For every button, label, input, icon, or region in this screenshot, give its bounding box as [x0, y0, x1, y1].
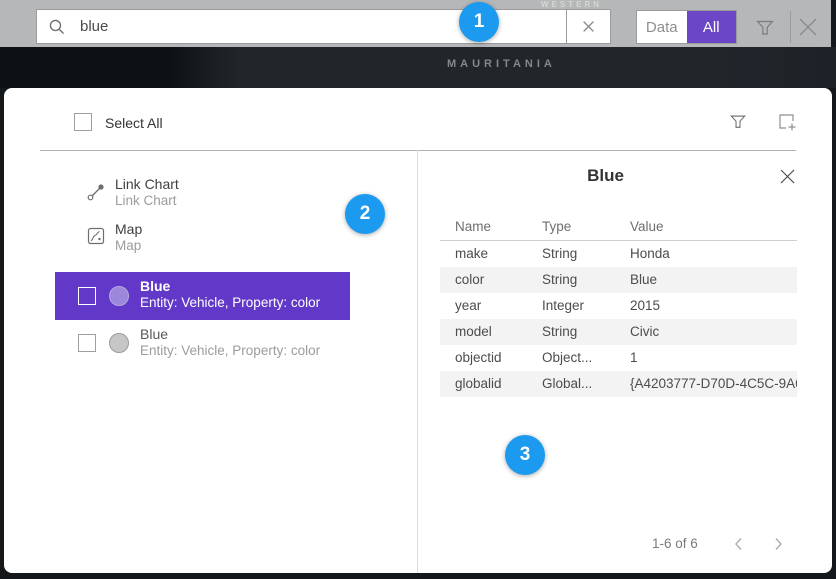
- cell-value: Blue: [630, 267, 657, 293]
- chevron-right-icon: [774, 537, 783, 551]
- link-chart-icon: [87, 183, 105, 201]
- table-header: Name Type Value: [440, 219, 797, 240]
- scope-option-all[interactable]: All: [687, 11, 737, 43]
- item-checkbox[interactable]: [78, 287, 96, 305]
- item-title: Blue: [140, 278, 170, 294]
- cell-value: Civic: [630, 319, 659, 345]
- cell-name: objectid: [455, 345, 502, 371]
- cell-name: globalid: [455, 371, 502, 397]
- detail-title: Blue: [417, 166, 794, 186]
- list-item-link-chart[interactable]: Link Chart Link Chart: [55, 172, 350, 216]
- column-divider: [417, 150, 418, 573]
- close-search-icon[interactable]: [796, 15, 820, 39]
- pagination-next-button[interactable]: [766, 532, 790, 556]
- list-item-blue-selected[interactable]: Blue Entity: Vehicle, Property: color: [55, 272, 350, 320]
- search-toolbar: WESTERN Data All: [0, 0, 831, 47]
- map-background: MAURITANIA: [0, 47, 836, 88]
- cell-value: Honda: [630, 241, 670, 267]
- clear-search-button[interactable]: [566, 9, 611, 44]
- panel-filter-icon[interactable]: [729, 112, 747, 130]
- cell-value: 1: [630, 345, 638, 371]
- select-all-label: Select All: [105, 115, 163, 131]
- item-title: Link Chart: [115, 176, 179, 192]
- column-value: Value: [630, 219, 664, 234]
- cell-type: String: [542, 319, 577, 345]
- scope-toggle: Data All: [636, 10, 737, 44]
- entity-dot-icon: [109, 286, 129, 306]
- item-checkbox[interactable]: [78, 334, 96, 352]
- item-subtitle: Entity: Vehicle, Property: color: [140, 295, 320, 310]
- table-row: objectid Object... 1: [440, 345, 797, 371]
- table-row: make String Honda: [440, 241, 797, 267]
- table-row: model String Civic: [440, 319, 797, 345]
- detail-close-icon[interactable]: [779, 168, 796, 185]
- header-divider: [40, 150, 796, 151]
- cell-type: String: [542, 267, 577, 293]
- column-name: Name: [455, 219, 491, 234]
- callout-badge-1: 1: [459, 2, 499, 42]
- item-title: Map: [115, 221, 142, 237]
- map-label-western: WESTERN: [541, 0, 602, 9]
- cell-name: model: [455, 319, 492, 345]
- table-row: color String Blue: [440, 267, 797, 293]
- cell-value: 2015: [630, 293, 660, 319]
- table-row: year Integer 2015: [440, 293, 797, 319]
- scope-option-data[interactable]: Data: [637, 11, 687, 43]
- item-subtitle: Link Chart: [115, 193, 177, 208]
- cell-type: Object...: [542, 345, 592, 371]
- column-type: Type: [542, 219, 571, 234]
- list-item-map[interactable]: Map Map: [55, 217, 350, 261]
- cell-type: Integer: [542, 293, 584, 319]
- item-subtitle: Entity: Vehicle, Property: color: [140, 343, 320, 358]
- pagination-range: 1-6 of 6: [652, 536, 698, 551]
- item-title: Blue: [140, 326, 168, 342]
- map-label-mauritania: MAURITANIA: [447, 58, 556, 70]
- select-all-checkbox[interactable]: [74, 113, 92, 131]
- search-results-panel: Select All Link Chart Link Chart Map Map: [4, 88, 832, 573]
- table-row: globalid Global... {A4203777-D70D-4C5C-9…: [440, 371, 797, 397]
- entity-dot-icon: [109, 333, 129, 353]
- filter-icon[interactable]: [755, 17, 775, 37]
- attribute-table: make String Honda color String Blue year…: [440, 241, 797, 397]
- cell-value: {A4203777-D70D-4C5C-9A65-C...: [630, 371, 797, 397]
- cell-name: make: [455, 241, 488, 267]
- pagination-prev-button[interactable]: [726, 532, 750, 556]
- cell-name: year: [455, 293, 481, 319]
- clear-x-icon: [582, 20, 595, 33]
- cell-type: Global...: [542, 371, 592, 397]
- add-to-selection-icon[interactable]: [777, 112, 797, 132]
- list-item-blue[interactable]: Blue Entity: Vehicle, Property: color: [55, 326, 350, 370]
- callout-badge-3: 3: [505, 435, 545, 475]
- map-icon: [87, 227, 105, 245]
- search-icon: [48, 18, 66, 36]
- item-subtitle: Map: [115, 238, 141, 253]
- chevron-left-icon: [734, 537, 743, 551]
- cell-name: color: [455, 267, 484, 293]
- cell-type: String: [542, 241, 577, 267]
- callout-badge-2: 2: [345, 194, 385, 234]
- toolbar-divider: [790, 11, 791, 43]
